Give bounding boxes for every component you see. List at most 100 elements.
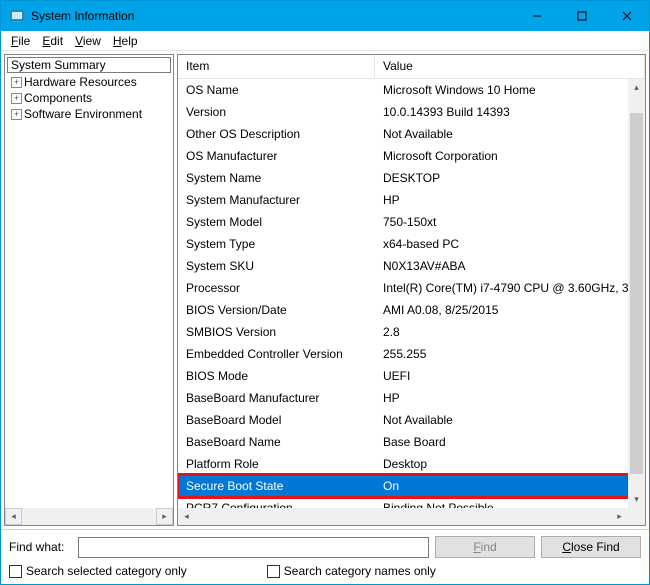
value-cell: 10.0.14393 Build 14393	[375, 105, 628, 119]
table-row[interactable]: BaseBoard ManufacturerHP	[178, 387, 628, 409]
scroll-track[interactable]	[22, 508, 156, 525]
menu-help[interactable]: Help	[107, 32, 144, 50]
item-cell: Embedded Controller Version	[178, 347, 375, 361]
item-cell: System SKU	[178, 259, 375, 273]
scroll-corner	[628, 508, 645, 525]
table-row[interactable]: Other OS DescriptionNot Available	[178, 123, 628, 145]
search-category-names-checkbox[interactable]: Search category names only	[267, 564, 436, 578]
scroll-thumb[interactable]	[630, 113, 643, 474]
titlebar[interactable]: System Information	[1, 1, 649, 31]
app-icon	[9, 8, 25, 24]
search-selected-category-checkbox[interactable]: Search selected category only	[9, 564, 187, 578]
item-cell: System Type	[178, 237, 375, 251]
value-cell: Base Board	[375, 435, 628, 449]
tree-item-software-environment[interactable]: + Software Environment	[7, 106, 171, 122]
find-input[interactable]	[78, 537, 429, 558]
item-cell: BaseBoard Name	[178, 435, 375, 449]
value-cell: Microsoft Windows 10 Home	[375, 83, 628, 97]
item-cell: BaseBoard Manufacturer	[178, 391, 375, 405]
menu-edit[interactable]: Edit	[36, 32, 69, 50]
table-row[interactable]: System Typex64-based PC	[178, 233, 628, 255]
item-cell: Platform Role	[178, 457, 375, 471]
tree-item-components[interactable]: + Components	[7, 90, 171, 106]
item-cell: BaseBoard Model	[178, 413, 375, 427]
maximize-button[interactable]	[559, 1, 604, 30]
tree-item-hardware-resources[interactable]: + Hardware Resources	[7, 74, 171, 90]
table-row[interactable]: SMBIOS Version2.8	[178, 321, 628, 343]
find-panel: Find what: Find Close Find Search select…	[1, 529, 649, 584]
tree-root-label: System Summary	[11, 58, 106, 72]
menubar: File Edit View Help	[1, 31, 649, 51]
table-row[interactable]: ProcessorIntel(R) Core(TM) i7-4790 CPU @…	[178, 277, 628, 299]
table-row[interactable]: System SKUN0X13AV#ABA	[178, 255, 628, 277]
item-cell: SMBIOS Version	[178, 325, 375, 339]
list-vscrollbar[interactable]: ▴ ▾	[628, 79, 645, 508]
scroll-up-icon[interactable]: ▴	[628, 79, 645, 96]
scroll-track[interactable]	[195, 508, 611, 525]
scroll-right-icon[interactable]: ▸	[156, 508, 173, 525]
list-header: Item Value	[178, 55, 645, 79]
value-cell: HP	[375, 193, 628, 207]
checkbox-label: Search category names only	[284, 564, 436, 578]
table-row[interactable]: System NameDESKTOP	[178, 167, 628, 189]
value-cell: x64-based PC	[375, 237, 628, 251]
window-title: System Information	[31, 9, 514, 23]
tree-root-system-summary[interactable]: System Summary	[7, 57, 171, 73]
find-button[interactable]: Find	[435, 536, 535, 558]
column-header-item[interactable]: Item	[178, 55, 375, 78]
table-row[interactable]: System ManufacturerHP	[178, 189, 628, 211]
menu-file[interactable]: File	[5, 32, 36, 50]
value-cell: N0X13AV#ABA	[375, 259, 628, 273]
column-header-value[interactable]: Value	[375, 55, 645, 78]
value-cell: Binding Not Possible	[375, 501, 628, 508]
checkbox-label: Search selected category only	[26, 564, 187, 578]
item-cell: BIOS Mode	[178, 369, 375, 383]
list-rows[interactable]: OS NameMicrosoft Windows 10 HomeVersion1…	[178, 79, 628, 508]
value-cell: DESKTOP	[375, 171, 628, 185]
close-find-button[interactable]: Close Find	[541, 536, 641, 558]
item-cell: OS Name	[178, 83, 375, 97]
table-row[interactable]: BaseBoard ModelNot Available	[178, 409, 628, 431]
table-row[interactable]: System Model750-150xt	[178, 211, 628, 233]
close-button[interactable]	[604, 1, 649, 30]
item-cell: OS Manufacturer	[178, 149, 375, 163]
scroll-left-icon[interactable]: ◂	[5, 508, 22, 525]
minimize-button[interactable]	[514, 1, 559, 30]
tree-item-label: Components	[24, 91, 92, 105]
item-cell: System Name	[178, 171, 375, 185]
system-information-window: System Information File Edit View Help S…	[0, 0, 650, 585]
list-hscrollbar[interactable]: ◂ ▸	[178, 508, 628, 525]
value-cell: 2.8	[375, 325, 628, 339]
value-cell: Not Available	[375, 127, 628, 141]
checkbox-icon	[9, 565, 22, 578]
value-cell: UEFI	[375, 369, 628, 383]
table-row[interactable]: OS NameMicrosoft Windows 10 Home	[178, 79, 628, 101]
item-cell: PCR7 Configuration	[178, 501, 375, 508]
value-cell: AMI A0.08, 8/25/2015	[375, 303, 628, 317]
table-row[interactable]: BaseBoard NameBase Board	[178, 431, 628, 453]
table-row[interactable]: BIOS Version/DateAMI A0.08, 8/25/2015	[178, 299, 628, 321]
expand-icon[interactable]: +	[11, 109, 22, 120]
value-cell: On	[375, 479, 628, 493]
scroll-right-icon[interactable]: ▸	[611, 508, 628, 525]
table-row[interactable]: Version10.0.14393 Build 14393	[178, 101, 628, 123]
table-row[interactable]: OS ManufacturerMicrosoft Corporation	[178, 145, 628, 167]
expand-icon[interactable]: +	[11, 77, 22, 88]
scroll-left-icon[interactable]: ◂	[178, 508, 195, 525]
value-cell: 255.255	[375, 347, 628, 361]
table-row[interactable]: Platform RoleDesktop	[178, 453, 628, 475]
item-cell: Secure Boot State	[178, 479, 375, 493]
item-cell: BIOS Version/Date	[178, 303, 375, 317]
expand-icon[interactable]: +	[11, 93, 22, 104]
content-area: System Summary + Hardware Resources + Co…	[1, 51, 649, 529]
table-row[interactable]: Secure Boot StateOn	[178, 475, 628, 497]
category-tree[interactable]: System Summary + Hardware Resources + Co…	[4, 54, 174, 526]
window-controls	[514, 1, 649, 31]
tree-hscrollbar[interactable]: ◂ ▸	[5, 508, 173, 525]
value-cell: Intel(R) Core(TM) i7-4790 CPU @ 3.60GHz,…	[375, 281, 628, 295]
table-row[interactable]: Embedded Controller Version255.255	[178, 343, 628, 365]
scroll-down-icon[interactable]: ▾	[628, 491, 645, 508]
table-row[interactable]: BIOS ModeUEFI	[178, 365, 628, 387]
menu-view[interactable]: View	[69, 32, 107, 50]
table-row[interactable]: PCR7 ConfigurationBinding Not Possible	[178, 497, 628, 508]
